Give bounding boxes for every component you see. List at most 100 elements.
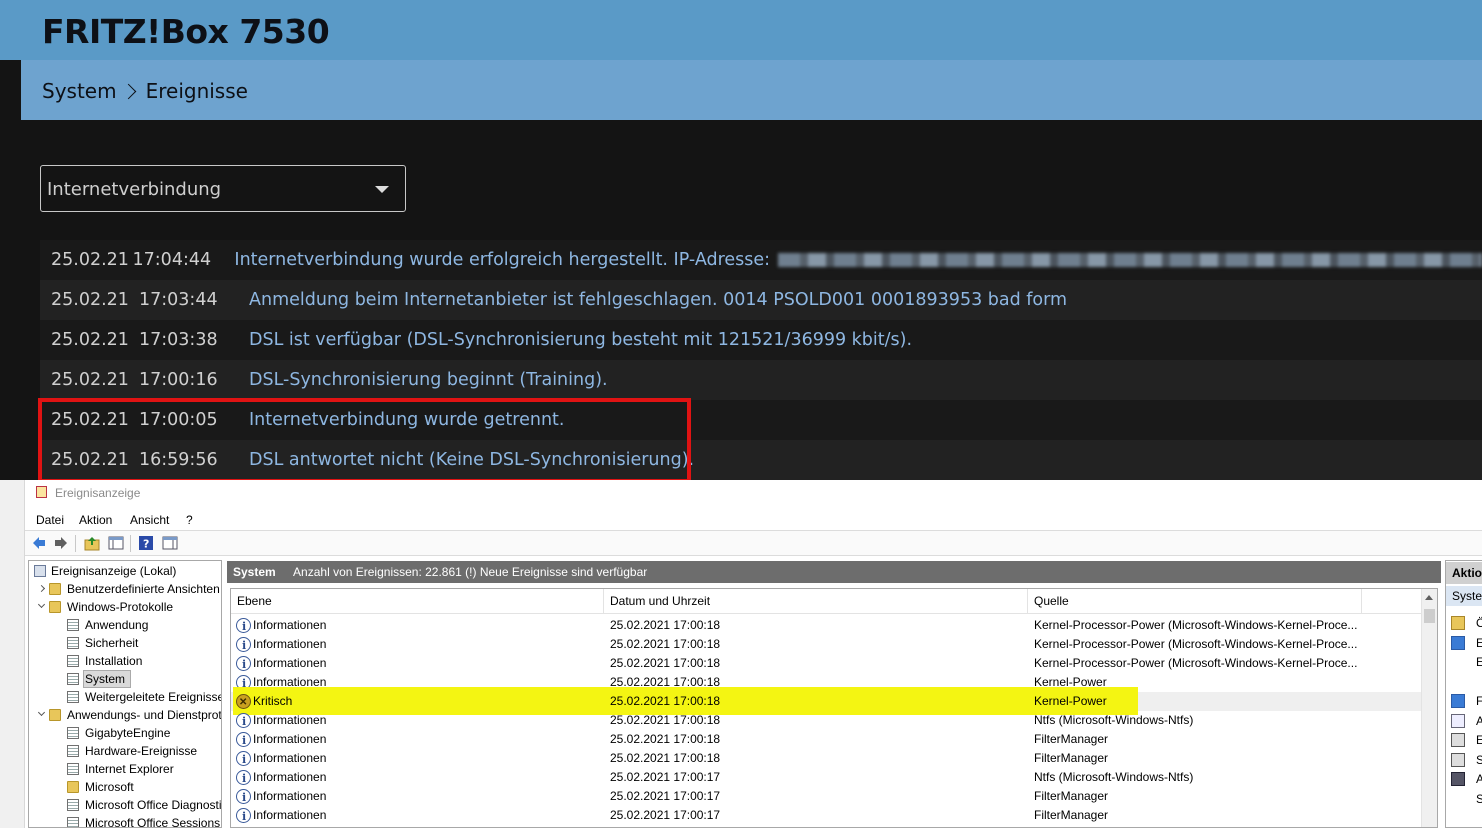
log-icon: [67, 727, 79, 739]
menu-help[interactable]: ?: [186, 513, 193, 527]
tree-item-label: Microsoft Office Diagnostics: [85, 798, 222, 812]
back-arrow-icon[interactable]: [31, 535, 47, 551]
action-label[interactable]: A: [1476, 772, 1482, 786]
grid-header: Ebene Datum und Uhrzeit Quelle: [231, 589, 1421, 614]
event-time: 17:04:44: [132, 250, 212, 270]
tree-item[interactable]: Ereignisanzeige (Lokal): [29, 562, 221, 580]
menu-aktion[interactable]: Aktion: [79, 513, 112, 527]
tree-item[interactable]: Internet Explorer: [29, 760, 221, 778]
event-row: 25.02.21 17:03:38 DSL ist verfügbar (DSL-S…: [40, 320, 1482, 360]
action-label[interactable]: E: [1476, 655, 1482, 669]
cell-source: Ntfs (Microsoft-Windows-Ntfs): [1034, 713, 1194, 727]
tree-item-label: Hardware-Ereignisse: [85, 744, 198, 758]
action-icon[interactable]: [1451, 635, 1465, 650]
tree-item[interactable]: Hardware-Ereignisse: [29, 742, 221, 760]
chevron-down-icon[interactable]: [37, 600, 46, 609]
menu-datei[interactable]: Datei: [36, 513, 64, 527]
red-highlight-box: [38, 398, 691, 483]
table-row[interactable]: Informationen 25.02.2021 17:00:18 Ntfs (Mi…: [231, 711, 1421, 731]
chevron-right-icon[interactable]: [37, 584, 46, 593]
folder-icon: [49, 709, 61, 721]
table-row[interactable]: Informationen 25.02.2021 17:00:18 Kernel-P…: [231, 654, 1421, 674]
cell-level: Informationen: [253, 789, 327, 803]
action-icon[interactable]: [1451, 674, 1465, 689]
tree-item[interactable]: System: [29, 670, 221, 688]
tree-item[interactable]: Anwendungs- und Dienstprotokolle: [29, 706, 221, 724]
column-quelle[interactable]: Quelle: [1034, 594, 1069, 608]
tree-item[interactable]: Sicherheit: [29, 634, 221, 652]
action-label[interactable]: F: [1476, 694, 1482, 708]
cell-source: Ntfs (Microsoft-Windows-Ntfs): [1034, 770, 1194, 784]
event-row: 25.02.21 17:03:44 Anmeldung beim Interneta…: [40, 280, 1482, 320]
action-icon[interactable]: [1451, 713, 1465, 728]
table-row[interactable]: Informationen 25.02.2021 17:00:17 Ntfs (Mi…: [231, 768, 1421, 788]
information-icon: [236, 636, 251, 655]
cell-source: Kernel-Power: [1034, 694, 1107, 708]
tree-item[interactable]: Microsoft: [29, 778, 221, 796]
actions-subtitle[interactable]: System: [1446, 586, 1482, 606]
tree-item[interactable]: GigabyteEngine: [29, 724, 221, 742]
chevron-down-icon[interactable]: [37, 708, 46, 717]
actions-panel: Aktionen System ÖEEFAESAS: [1445, 560, 1482, 828]
action-label[interactable]: A: [1476, 714, 1482, 728]
table-row[interactable]: Informationen 25.02.2021 17:00:18 FilterMa…: [231, 749, 1421, 769]
log-icon: [67, 619, 79, 631]
cell-datetime: 25.02.2021 17:00:18: [610, 618, 721, 632]
column-divider[interactable]: [603, 589, 604, 613]
grid-scrollbar[interactable]: [1421, 589, 1437, 827]
table-row[interactable]: Informationen 25.02.2021 17:00:18 Kernel-P…: [231, 635, 1421, 655]
log-icon: [67, 799, 79, 811]
tree-item-label: Microsoft: [85, 780, 134, 794]
action-icon[interactable]: [1451, 616, 1465, 630]
tree-item[interactable]: Microsoft Office Diagnostics: [29, 796, 222, 814]
action-label[interactable]: S: [1476, 792, 1482, 806]
scrollbar-thumb[interactable]: [1424, 609, 1435, 623]
forward-arrow-icon[interactable]: [53, 535, 69, 551]
action-icon[interactable]: [1451, 791, 1465, 806]
table-row[interactable]: Informationen 25.02.2021 17:00:18 Kernel-P…: [231, 616, 1421, 636]
event-viewer-icon: [36, 486, 47, 498]
background-window-edge: [0, 480, 25, 828]
table-row[interactable]: Kritisch 25.02.2021 17:00:18 Kernel-Power: [231, 692, 1421, 712]
action-label[interactable]: E: [1476, 733, 1482, 747]
action-icon[interactable]: [1451, 752, 1465, 767]
event-count-info: Anzahl von Ereignissen: 22.861 (!) Neue …: [293, 565, 648, 579]
table-row[interactable]: Informationen 25.02.2021 17:00:17 FilterMa…: [231, 806, 1421, 826]
log-icon: [67, 655, 79, 667]
table-row[interactable]: Informationen 25.02.2021 17:00:17 FilterMa…: [231, 787, 1421, 807]
menu-ansicht[interactable]: Ansicht: [130, 513, 169, 527]
column-divider[interactable]: [1361, 589, 1362, 613]
up-folder-icon[interactable]: [84, 535, 100, 551]
svg-text:?: ?: [143, 538, 149, 551]
show-hide-console-icon[interactable]: [108, 535, 124, 551]
action-label[interactable]: E: [1476, 636, 1482, 650]
help-icon[interactable]: ?: [138, 535, 154, 551]
action-icon[interactable]: [1451, 733, 1465, 747]
breadcrumb-system[interactable]: System: [42, 79, 117, 103]
table-row[interactable]: Informationen 25.02.2021 17:00:18 FilterMa…: [231, 730, 1421, 750]
column-datum[interactable]: Datum und Uhrzeit: [610, 594, 710, 608]
cell-source: FilterManager: [1034, 808, 1109, 822]
action-icon[interactable]: [1451, 772, 1465, 786]
action-icon[interactable]: [1451, 655, 1465, 669]
scroll-up-arrow-icon[interactable]: [1425, 595, 1433, 600]
tree-item-label: Weitergeleitete Ereignisse: [85, 690, 222, 704]
tree-item[interactable]: Windows-Protokolle: [29, 598, 221, 616]
tree-item[interactable]: Installation: [29, 652, 221, 670]
tree-item[interactable]: Anwendung: [29, 616, 221, 634]
log-icon: [67, 673, 79, 685]
action-label[interactable]: S: [1476, 753, 1482, 767]
tree-item[interactable]: Benutzerdefinierte Ansichten: [29, 580, 221, 598]
tree-item[interactable]: Weitergeleitete Ereignisse: [29, 688, 222, 706]
log-icon: [67, 817, 79, 827]
action-icon[interactable]: [1451, 694, 1465, 708]
event-filter-select[interactable]: Internetverbindung: [40, 165, 406, 212]
column-divider[interactable]: [1027, 589, 1028, 613]
information-icon: [236, 788, 251, 807]
tree-item[interactable]: Microsoft Office Sessions: [29, 814, 221, 827]
column-ebene[interactable]: Ebene: [237, 594, 272, 608]
event-list-panel: System Anzahl von Ereignissen: 22.861 (!…: [227, 560, 1441, 828]
properties-pane-icon[interactable]: [162, 535, 178, 551]
action-label[interactable]: Ö: [1476, 616, 1482, 630]
cell-level: Informationen: [253, 637, 327, 651]
